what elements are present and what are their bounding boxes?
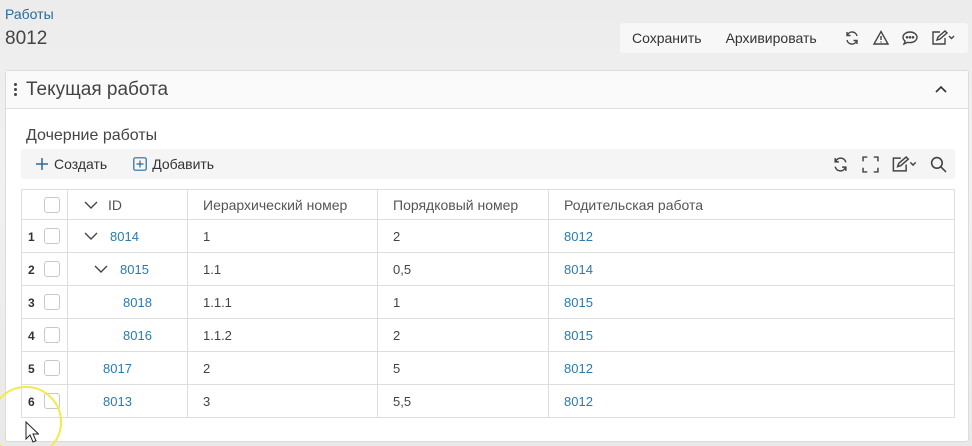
- select-all-checkbox[interactable]: [44, 197, 60, 213]
- hier-number-cell: 1.1.1: [187, 285, 378, 319]
- edit-dropdown-icon[interactable]: [889, 153, 919, 175]
- work-id-link[interactable]: 8017: [103, 361, 132, 376]
- comment-icon[interactable]: [899, 27, 921, 49]
- table-row[interactable]: 3 8018 1.1.1 1 8015: [21, 285, 955, 319]
- work-id-link[interactable]: 8014: [110, 229, 139, 244]
- row-number: 1: [28, 230, 35, 244]
- parent-work-link[interactable]: 8012: [564, 229, 593, 244]
- grid-tools: [821, 153, 949, 175]
- page-title: 8012: [5, 28, 48, 49]
- row-lead-cell: 5: [21, 351, 68, 385]
- parent-work-cell: 8012: [548, 384, 955, 418]
- row-checkbox[interactable]: [44, 360, 60, 376]
- parent-work-cell: 8015: [548, 318, 955, 352]
- add-button[interactable]: Добавить: [133, 156, 214, 172]
- panel-title: Текущая работа: [26, 78, 169, 100]
- id-cell: 8018: [67, 285, 188, 319]
- table-row[interactable]: 5 8017 2 5 8012: [21, 351, 955, 385]
- chevron-up-icon[interactable]: [932, 81, 950, 99]
- parent-work-link[interactable]: 8012: [564, 394, 593, 409]
- create-label: Создать: [54, 156, 108, 172]
- id-cell: 8013: [67, 384, 188, 418]
- table-row[interactable]: 1 8014 1 2 8012: [21, 219, 955, 253]
- work-id-link[interactable]: 8018: [123, 295, 152, 310]
- id-cell: 8014: [67, 219, 188, 253]
- parent-work-cell: 8012: [548, 219, 955, 253]
- row-number: 2: [28, 263, 35, 277]
- section-title: Дочерние работы: [26, 127, 158, 144]
- table-row[interactable]: 2 8015 1.1 0,5 8014: [21, 252, 955, 286]
- order-number-cell: 1: [377, 285, 549, 319]
- hier-number-cell: 1.1.2: [187, 318, 378, 352]
- parent-work-link[interactable]: 8014: [564, 262, 593, 277]
- current-work-panel: Текущая работа Дочерние работы Создать Д…: [5, 70, 969, 442]
- chevron-down-icon[interactable]: [84, 231, 98, 241]
- archive-button[interactable]: Архивировать: [726, 30, 817, 46]
- mouse-cursor-icon: [25, 421, 39, 443]
- row-checkbox[interactable]: [44, 327, 60, 343]
- id-cell: 8015: [67, 252, 188, 286]
- id-cell: 8017: [67, 351, 188, 385]
- order-number-cell: 2: [377, 318, 549, 352]
- order-number-cell: 2: [377, 219, 549, 253]
- child-works-grid: ID Иерархический номер Порядковый номер …: [21, 189, 955, 418]
- row-lead-cell: 2: [21, 252, 68, 286]
- hier-number-cell: 1: [187, 219, 378, 253]
- parent-work-link[interactable]: 8015: [564, 295, 593, 310]
- breadcrumb[interactable]: Работы: [5, 6, 54, 22]
- top-toolbar: Сохранить Архивировать: [620, 23, 968, 53]
- hier-number-cell: 2: [187, 351, 378, 385]
- table-row[interactable]: 6 8013 3 5,5 8012: [21, 384, 955, 418]
- row-number: 3: [28, 296, 35, 310]
- chevron-down-icon[interactable]: [94, 264, 108, 274]
- id-cell: 8016: [67, 318, 188, 352]
- parent-work-link[interactable]: 8012: [564, 361, 593, 376]
- parent-work-cell: 8015: [548, 285, 955, 319]
- hier-number-cell: 1.1: [187, 252, 378, 286]
- panel-header: Текущая работа: [6, 71, 968, 109]
- parent-work-cell: 8012: [548, 351, 955, 385]
- work-id-link[interactable]: 8015: [120, 262, 149, 277]
- column-header-hier-number[interactable]: Иерархический номер: [187, 189, 378, 220]
- work-id-link[interactable]: 8016: [123, 328, 152, 343]
- row-number: 5: [28, 362, 35, 376]
- order-number-cell: 5: [377, 351, 549, 385]
- parent-work-link[interactable]: 8015: [564, 328, 593, 343]
- create-button[interactable]: Создать: [35, 156, 107, 172]
- row-lead-cell: 3: [21, 285, 68, 319]
- column-header-id-label: ID: [108, 196, 122, 213]
- row-checkbox[interactable]: [44, 228, 60, 244]
- refresh-icon[interactable]: [829, 153, 851, 175]
- drag-handle-icon[interactable]: [6, 82, 24, 97]
- refresh-icon[interactable]: [841, 27, 863, 49]
- edit-dropdown-icon[interactable]: [928, 27, 958, 49]
- chevron-down-icon[interactable]: [84, 200, 98, 210]
- column-header-parent-work[interactable]: Родительская работа: [548, 189, 955, 220]
- column-header-id[interactable]: ID: [67, 189, 188, 220]
- order-number-cell: 0,5: [377, 252, 549, 286]
- row-lead-cell: 1: [21, 219, 68, 253]
- select-all-cell: [21, 189, 68, 220]
- plus-icon: [36, 158, 48, 170]
- work-id-link[interactable]: 8013: [103, 394, 132, 409]
- grid-header-row: ID Иерархический номер Порядковый номер …: [21, 189, 955, 220]
- add-label: Добавить: [152, 156, 215, 172]
- child-works-toolbar: Создать Добавить: [21, 149, 955, 179]
- save-button[interactable]: Сохранить: [632, 30, 702, 46]
- row-lead-cell: 4: [21, 318, 68, 352]
- row-checkbox[interactable]: [44, 294, 60, 310]
- warning-icon[interactable]: [870, 27, 892, 49]
- search-icon[interactable]: [927, 153, 949, 175]
- order-number-cell: 5,5: [377, 384, 549, 418]
- hier-number-cell: 3: [187, 384, 378, 418]
- row-checkbox[interactable]: [44, 261, 60, 277]
- table-row[interactable]: 4 8016 1.1.2 2 8015: [21, 318, 955, 352]
- row-number: 4: [28, 329, 35, 343]
- column-header-order-number[interactable]: Порядковый номер: [377, 189, 549, 220]
- plus-square-icon: [133, 157, 148, 171]
- fullscreen-icon[interactable]: [859, 153, 881, 175]
- parent-work-cell: 8014: [548, 252, 955, 286]
